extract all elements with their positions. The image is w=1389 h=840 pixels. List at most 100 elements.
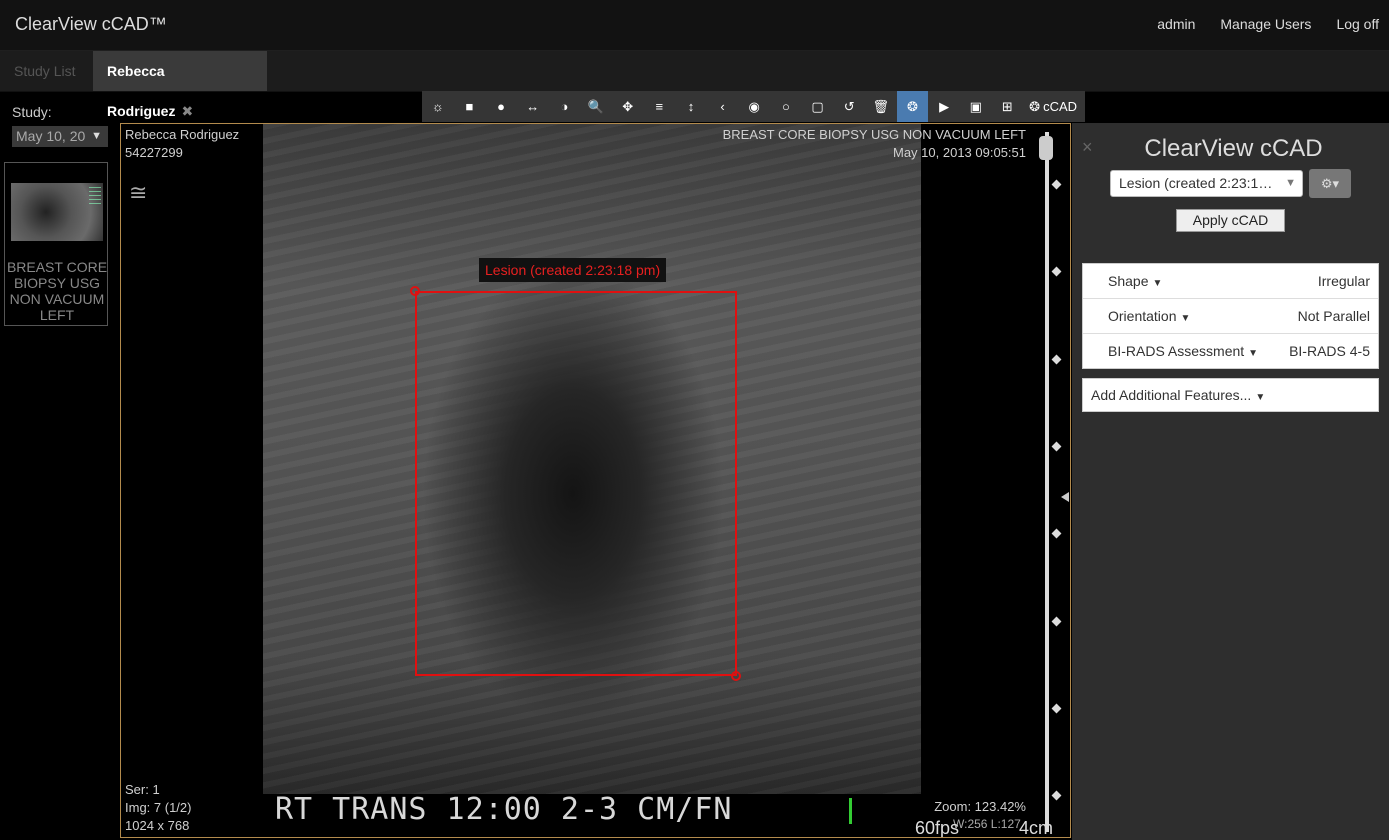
circle-button[interactable]: ○ bbox=[770, 91, 802, 122]
caret-down-icon: ▼ bbox=[1180, 313, 1191, 324]
gear-icon: ⚙▾ bbox=[1320, 176, 1340, 191]
thumbnail-image bbox=[11, 183, 103, 241]
top-navbar: ClearView cCAD™ admin Manage Users Log o… bbox=[0, 0, 1389, 51]
pan-button[interactable]: ✥ bbox=[612, 91, 644, 122]
burned-in-text: RT TRANS 12:00 2-3 CM/FN bbox=[275, 792, 733, 827]
zoom-level: Zoom: 123.42% bbox=[934, 799, 1026, 814]
cine-button[interactable]: ▣ bbox=[960, 91, 992, 122]
cad-icon: ❂ bbox=[1029, 98, 1041, 114]
patient-id: 54227299 bbox=[125, 145, 183, 160]
vertical-arrows-button[interactable]: ↕ bbox=[675, 91, 707, 122]
previous-icon: ‹ bbox=[720, 99, 725, 114]
overlay-bottom-right: Zoom: 123.42% bbox=[934, 798, 1026, 816]
circle-icon: ○ bbox=[781, 99, 790, 114]
feature-name-label: Shape bbox=[1108, 273, 1149, 289]
length-button[interactable]: ↔ bbox=[517, 91, 549, 122]
target-button[interactable]: ◉ bbox=[738, 91, 770, 122]
apply-ccad-button[interactable]: Apply cCAD bbox=[1176, 209, 1285, 232]
trash-button[interactable]: 🗑 bbox=[865, 91, 897, 122]
ellipse-roi-button[interactable]: ● bbox=[485, 91, 517, 122]
thumbnail-overlay bbox=[89, 187, 101, 207]
feature-value: BI-RADS 4-5 bbox=[1289, 343, 1370, 359]
close-icon[interactable]: ✖ bbox=[181, 103, 193, 119]
play-icon: ▶ bbox=[939, 98, 950, 114]
frame-tick bbox=[1051, 790, 1062, 801]
roi-handle-bottom-right[interactable] bbox=[731, 671, 741, 681]
brightness-icon: ☼ bbox=[431, 99, 444, 114]
feature-name-label: Orientation bbox=[1108, 308, 1177, 324]
frame-tick bbox=[1051, 354, 1062, 365]
tab-study-list[interactable]: Study List bbox=[0, 51, 89, 91]
caret-down-icon: ▼ bbox=[91, 130, 102, 142]
layout-button[interactable]: ⊞ bbox=[992, 91, 1024, 122]
feature-name: Shape ▼ bbox=[1108, 273, 1162, 289]
reset-icon: ↺ bbox=[843, 98, 855, 114]
length-icon: ↔ bbox=[526, 99, 540, 114]
frame-rate: 60fps bbox=[915, 818, 960, 838]
square-outline-button[interactable]: ▢ bbox=[802, 91, 834, 122]
study-label: Study: bbox=[12, 104, 52, 120]
ccad-button[interactable]: ❂ cCAD bbox=[1023, 91, 1085, 122]
brightness-button[interactable]: ☼ bbox=[422, 91, 454, 122]
caret-down-icon: ▼ bbox=[1248, 348, 1259, 359]
feature-row-shape[interactable]: Shape ▼ Irregular bbox=[1083, 264, 1378, 299]
caret-down-icon: ▼ bbox=[1152, 278, 1163, 289]
app-brand[interactable]: ClearView cCAD™ bbox=[15, 14, 167, 35]
annotation-label[interactable]: Lesion (created 2:23:18 pm) bbox=[479, 258, 667, 282]
frame-tick bbox=[1051, 703, 1062, 714]
lesion-select[interactable]: Lesion (created 2:23:1… ▼ bbox=[1110, 170, 1303, 197]
feature-value: Irregular bbox=[1317, 273, 1370, 289]
settings-button[interactable]: ⚙▾ bbox=[1309, 169, 1351, 198]
cad-tool-button[interactable]: ❂ bbox=[896, 91, 929, 122]
study-select[interactable]: May 10, 20 ▼ bbox=[12, 126, 108, 147]
lesion-select-value: Lesion (created 2:23:1… bbox=[1119, 175, 1273, 191]
scrollbar-thumb[interactable] bbox=[1039, 136, 1053, 160]
overlay-bottom-left: Ser: 1 Img: 7 (1/2) 1024 x 768 bbox=[125, 781, 191, 835]
pan-icon: ✥ bbox=[622, 98, 634, 114]
square-roi-button[interactable]: ■ bbox=[454, 91, 486, 122]
frame-tick bbox=[1051, 266, 1062, 277]
tab-patient[interactable]: Rebecca Rodriguez ✖ bbox=[93, 51, 267, 119]
ccad-button-label: cCAD bbox=[1043, 99, 1078, 114]
vertical-arrows-icon: ↕ bbox=[687, 99, 695, 114]
target-icon: ◉ bbox=[748, 98, 760, 114]
feature-name: Orientation ▼ bbox=[1108, 308, 1190, 324]
caret-down-icon: ▼ bbox=[1255, 392, 1266, 403]
feature-list: Shape ▼ Irregular Orientation ▼ Not Parall… bbox=[1082, 263, 1379, 369]
contrast-button[interactable]: ◑ bbox=[549, 91, 581, 122]
frame-scrollbar[interactable] bbox=[1045, 132, 1049, 832]
cine-icon: ▣ bbox=[969, 98, 982, 114]
current-frame-arrow-icon bbox=[1061, 492, 1069, 502]
patient-name: Rebecca Rodriguez bbox=[125, 127, 240, 142]
previous-button[interactable]: ‹ bbox=[707, 91, 739, 122]
feature-name: BI-RADS Assessment ▼ bbox=[1108, 343, 1258, 359]
play-button[interactable]: ▶ bbox=[928, 91, 960, 122]
trash-icon: 🗑 bbox=[872, 98, 890, 114]
overlay-top-left: Rebecca Rodriguez 54227299 bbox=[125, 126, 239, 162]
manage-users-link[interactable]: Manage Users bbox=[1220, 16, 1311, 32]
zoom-button[interactable]: 🔍 bbox=[580, 91, 612, 122]
green-marker bbox=[849, 798, 852, 824]
image-viewport[interactable]: Rebecca Rodriguez 54227299 ≅ BREAST CORE… bbox=[120, 123, 1071, 838]
tab-patient-label: Rebecca Rodriguez bbox=[107, 63, 176, 119]
roi-handle-top-left[interactable] bbox=[410, 286, 420, 296]
add-features-dropdown[interactable]: Add Additional Features... ▼ bbox=[1082, 378, 1379, 412]
thumbnail-caption: BREAST CORE BIOPSY USG NON VACUUM LEFT bbox=[6, 259, 108, 323]
reset-button[interactable]: ↺ bbox=[833, 91, 865, 122]
log-off-link[interactable]: Log off bbox=[1336, 16, 1379, 32]
viewer-toolbar: ☼ ■ ● ↔ ◑ 🔍 ✥ ≡ ↕ ‹ ◉ ○ ▢ ↺ 🗑 ❂ ▶ ▣ ⊞ ❂ cCAD bbox=[422, 91, 1085, 122]
window-level: W:256 L:127 bbox=[953, 817, 1021, 831]
feature-row-orientation[interactable]: Orientation ▼ Not Parallel bbox=[1083, 299, 1378, 334]
feature-row-birads[interactable]: BI-RADS Assessment ▼ BI-RADS 4-5 bbox=[1083, 334, 1378, 368]
square-roi-icon: ■ bbox=[465, 99, 474, 114]
lesion-roi-box[interactable] bbox=[415, 291, 737, 676]
admin-link[interactable]: admin bbox=[1157, 16, 1195, 32]
series-thumbnail[interactable]: BREAST CORE BIOPSY USG NON VACUUM LEFT bbox=[4, 162, 108, 326]
frame-tick bbox=[1051, 179, 1062, 190]
image-dimensions: 1024 x 768 bbox=[125, 818, 190, 833]
stack-scroll-button[interactable]: ≡ bbox=[643, 91, 675, 122]
caret-down-icon: ▼ bbox=[1285, 177, 1296, 189]
panel-title: ClearView cCAD bbox=[1144, 135, 1323, 162]
ccad-panel: × ClearView cCAD Lesion (created 2:23:1…… bbox=[1072, 123, 1389, 840]
filter-icon[interactable]: ≅ bbox=[129, 180, 147, 206]
